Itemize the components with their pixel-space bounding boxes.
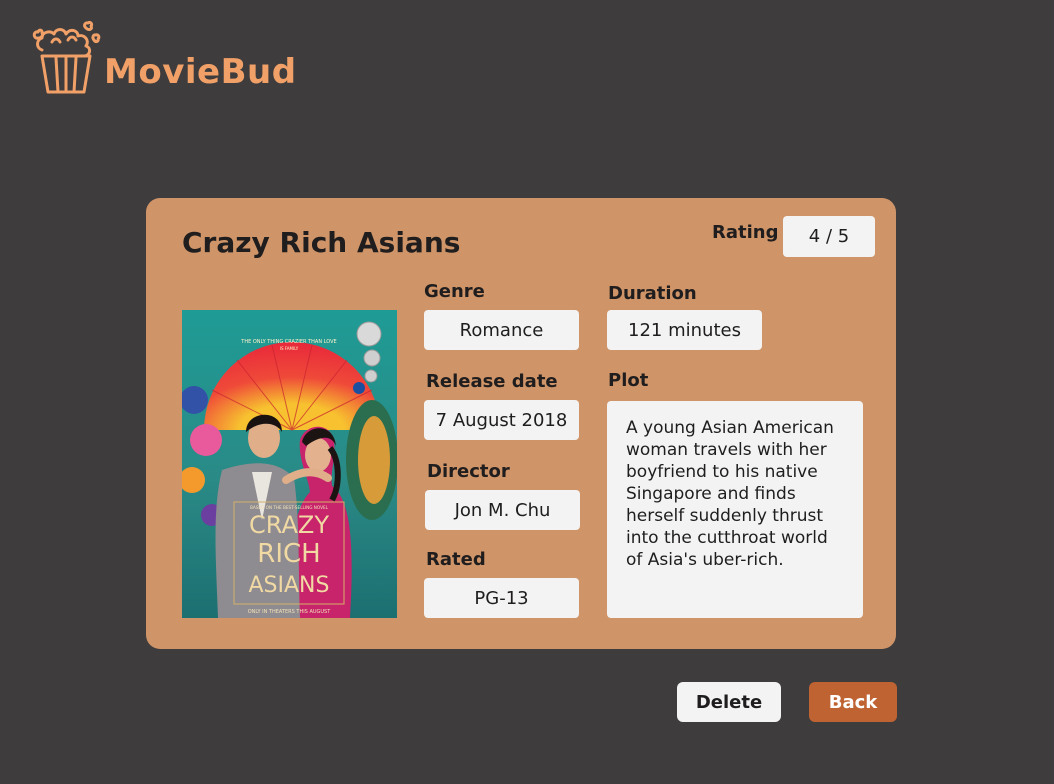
- poster-title-line2: RICH: [257, 539, 320, 569]
- movie-detail-card: Crazy Rich Asians Rating 4 / 5 BASED ON …: [146, 198, 896, 649]
- rating-field[interactable]: 4 / 5: [783, 216, 875, 257]
- rated-label: Rated: [426, 549, 486, 570]
- duration-field[interactable]: 121 minutes: [607, 310, 762, 350]
- poster-tagline-2: IS FAMILY: [280, 346, 299, 351]
- delete-button[interactable]: Delete: [677, 682, 781, 722]
- poster-title-line3: ASIANS: [249, 573, 330, 598]
- rating-label: Rating: [712, 222, 779, 243]
- director-field[interactable]: Jon M. Chu: [425, 490, 580, 530]
- director-label: Director: [427, 461, 510, 482]
- plot-label: Plot: [608, 370, 649, 391]
- duration-label: Duration: [608, 283, 697, 304]
- genre-field[interactable]: Romance: [424, 310, 579, 350]
- brand-name: MovieBud: [104, 52, 297, 92]
- release-date-label: Release date: [426, 371, 558, 392]
- genre-label: Genre: [424, 281, 485, 302]
- poster-title-line1: CRAZY: [249, 511, 329, 539]
- poster-tagline: THE ONLY THING CRAZIER THAN LOVE: [240, 339, 336, 345]
- back-button[interactable]: Back: [809, 682, 897, 722]
- plot-field[interactable]: A young Asian American woman travels wit…: [607, 401, 863, 618]
- movie-poster: BASED ON THE BEST-SELLING NOVEL CRAZY RI…: [182, 310, 397, 618]
- rated-field[interactable]: PG-13: [424, 578, 579, 618]
- movie-title: Crazy Rich Asians: [182, 226, 461, 259]
- popcorn-icon: [30, 20, 102, 96]
- poster-novel-note: BASED ON THE BEST-SELLING NOVEL: [250, 505, 329, 510]
- poster-release-note: ONLY IN THEATERS THIS AUGUST: [248, 609, 332, 615]
- release-date-field[interactable]: 7 August 2018: [424, 400, 579, 440]
